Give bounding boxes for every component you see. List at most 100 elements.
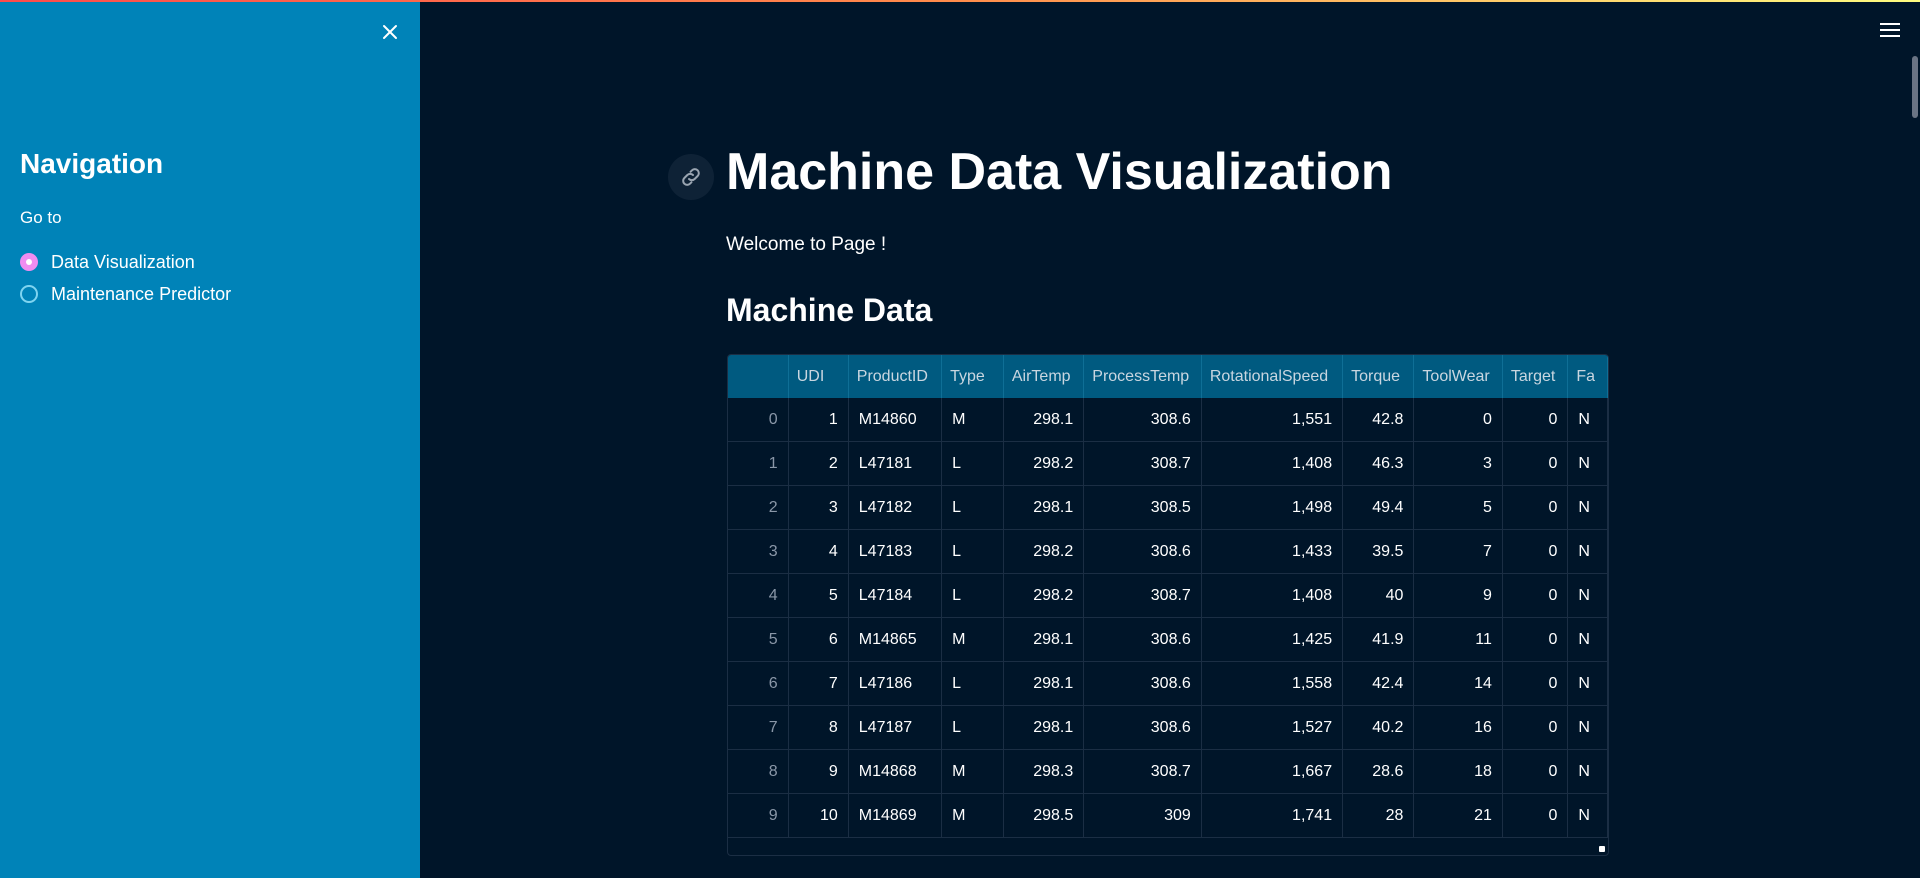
table-row[interactable]: 4 5 L47184 L 298.2 308.7 1,408 40 9 0 N — [728, 573, 1608, 618]
table-cell[interactable]: 49.4 — [1342, 485, 1415, 530]
table-cell[interactable]: 3 — [1413, 441, 1503, 486]
table-cell[interactable]: 10 — [788, 793, 849, 838]
table-cell[interactable]: 4 — [788, 529, 849, 574]
table-cell[interactable]: 308.6 — [1083, 398, 1202, 442]
table-row[interactable]: 9 10 M14869 M 298.5 309 1,741 28 21 0 N — [728, 793, 1608, 838]
table-cell[interactable]: 39.5 — [1342, 529, 1415, 574]
table-cell[interactable]: 11 — [1413, 617, 1503, 662]
table-cell[interactable]: 42.8 — [1342, 398, 1415, 442]
page-scrollbar[interactable] — [1912, 56, 1918, 118]
row-index-cell[interactable]: 4 — [728, 573, 789, 618]
table-cell[interactable]: 298.3 — [1003, 749, 1085, 794]
column-header-udi[interactable]: UDI — [788, 355, 849, 398]
table-row[interactable]: 8 9 M14868 M 298.3 308.7 1,667 28.6 18 0 N — [728, 749, 1608, 794]
table-cell[interactable]: M14869 — [848, 793, 943, 838]
table-cell[interactable]: 298.5 — [1003, 793, 1085, 838]
table-row[interactable]: 7 8 L47187 L 298.1 308.6 1,527 40.2 16 0 N — [728, 705, 1608, 750]
table-cell[interactable]: L — [941, 441, 1004, 486]
row-index-cell[interactable]: 0 — [728, 398, 789, 442]
table-cell[interactable]: 298.2 — [1003, 441, 1085, 486]
table-cell[interactable]: 2 — [788, 441, 849, 486]
table-cell[interactable]: L47181 — [848, 441, 943, 486]
table-cell[interactable]: 308.6 — [1083, 617, 1202, 662]
table-cell[interactable]: 0 — [1502, 573, 1569, 618]
row-index-cell[interactable]: 2 — [728, 485, 789, 530]
table-cell[interactable]: 0 — [1413, 398, 1503, 442]
table-cell[interactable]: 1,498 — [1201, 485, 1344, 530]
table-cell[interactable]: L47184 — [848, 573, 943, 618]
table-cell[interactable]: L47183 — [848, 529, 943, 574]
column-header-target[interactable]: Target — [1502, 355, 1569, 398]
table-cell[interactable]: M14865 — [848, 617, 943, 662]
table-cell[interactable]: 1,408 — [1201, 573, 1344, 618]
radio-selected-indicator[interactable] — [20, 253, 38, 271]
table-cell[interactable]: 298.1 — [1003, 705, 1085, 750]
table-cell[interactable]: 0 — [1502, 529, 1569, 574]
column-header-airtemp[interactable]: AirTemp — [1003, 355, 1085, 398]
table-cell[interactable]: 308.7 — [1083, 441, 1202, 486]
table-cell[interactable]: 1 — [788, 398, 849, 442]
table-resize-handle[interactable] — [1599, 846, 1605, 852]
table-row[interactable]: 0 1 M14860 M 298.1 308.6 1,551 42.8 0 0 N — [728, 398, 1608, 442]
table-cell[interactable]: N — [1567, 573, 1608, 618]
table-row[interactable]: 1 2 L47181 L 298.2 308.7 1,408 46.3 3 0 N — [728, 441, 1608, 486]
column-header-index[interactable] — [728, 355, 789, 398]
column-header-failure[interactable]: Fa — [1567, 355, 1608, 398]
radio-option-data-visualization[interactable]: Data Visualization — [20, 246, 231, 278]
table-cell[interactable]: M — [941, 749, 1004, 794]
table-cell[interactable]: 0 — [1502, 661, 1569, 706]
table-cell[interactable]: 0 — [1502, 617, 1569, 662]
table-cell[interactable]: 8 — [788, 705, 849, 750]
table-cell[interactable]: 16 — [1413, 705, 1503, 750]
table-cell[interactable]: N — [1567, 485, 1608, 530]
table-cell[interactable]: 42.4 — [1342, 661, 1415, 706]
table-cell[interactable]: 5 — [788, 573, 849, 618]
table-row[interactable]: 5 6 M14865 M 298.1 308.6 1,425 41.9 11 0 N — [728, 617, 1608, 662]
table-cell[interactable]: 1,527 — [1201, 705, 1344, 750]
table-cell[interactable]: L — [941, 485, 1004, 530]
table-cell[interactable]: L — [941, 529, 1004, 574]
table-cell[interactable]: 309 — [1083, 793, 1202, 838]
table-cell[interactable]: 1,741 — [1201, 793, 1344, 838]
table-cell[interactable]: 28 — [1342, 793, 1415, 838]
table-cell[interactable]: 6 — [788, 617, 849, 662]
table-cell[interactable]: L — [941, 661, 1004, 706]
data-table-container[interactable]: UDI ProductID Type AirTemp ProcessTemp R… — [727, 354, 1609, 856]
table-cell[interactable]: M — [941, 617, 1004, 662]
table-cell[interactable]: 40.2 — [1342, 705, 1415, 750]
table-cell[interactable]: 308.5 — [1083, 485, 1202, 530]
table-cell[interactable]: 298.1 — [1003, 661, 1085, 706]
table-cell[interactable]: 5 — [1413, 485, 1503, 530]
table-cell[interactable]: 1,667 — [1201, 749, 1344, 794]
table-cell[interactable]: 14 — [1413, 661, 1503, 706]
table-cell[interactable]: N — [1567, 661, 1608, 706]
table-cell[interactable]: N — [1567, 705, 1608, 750]
row-index-cell[interactable]: 5 — [728, 617, 789, 662]
table-cell[interactable]: 308.7 — [1083, 573, 1202, 618]
table-cell[interactable]: 41.9 — [1342, 617, 1415, 662]
column-header-productid[interactable]: ProductID — [848, 355, 943, 398]
table-cell[interactable]: 1,558 — [1201, 661, 1344, 706]
table-cell[interactable]: 9 — [788, 749, 849, 794]
table-cell[interactable]: 298.2 — [1003, 573, 1085, 618]
table-cell[interactable]: 308.6 — [1083, 529, 1202, 574]
table-cell[interactable]: 40 — [1342, 573, 1415, 618]
table-cell[interactable]: 298.1 — [1003, 398, 1085, 442]
table-cell[interactable]: 3 — [788, 485, 849, 530]
column-header-processtemp[interactable]: ProcessTemp — [1083, 355, 1202, 398]
table-cell[interactable]: 7 — [1413, 529, 1503, 574]
table-cell[interactable]: 0 — [1502, 398, 1569, 442]
table-cell[interactable]: L — [941, 705, 1004, 750]
row-index-cell[interactable]: 3 — [728, 529, 789, 574]
title-anchor-link[interactable] — [668, 154, 714, 200]
sidebar-close-button[interactable] — [376, 18, 404, 46]
table-cell[interactable]: 1,433 — [1201, 529, 1344, 574]
table-row[interactable]: 2 3 L47182 L 298.1 308.5 1,498 49.4 5 0 N — [728, 485, 1608, 530]
table-cell[interactable]: 0 — [1502, 705, 1569, 750]
table-cell[interactable]: L47186 — [848, 661, 943, 706]
table-cell[interactable]: M — [941, 793, 1004, 838]
radio-unselected-indicator[interactable] — [20, 285, 38, 303]
table-cell[interactable]: 46.3 — [1342, 441, 1415, 486]
table-cell[interactable]: 28.6 — [1342, 749, 1415, 794]
main-menu-button[interactable] — [1878, 20, 1902, 40]
